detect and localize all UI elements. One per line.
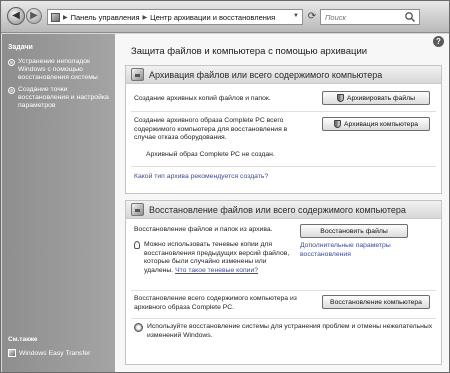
backup-panel: Архивация файлов или всего содержимого к… [125, 65, 442, 194]
control-panel-icon [51, 12, 60, 22]
page-title: Защита файлов и компьютера с помощью арх… [131, 46, 368, 57]
help-icon[interactable]: ? [433, 36, 444, 47]
backup-computer-button[interactable]: Архивация компьютера [322, 117, 430, 131]
shield-icon [333, 120, 341, 128]
system-restore-icon [134, 323, 143, 332]
restore-panel: Восстановление файлов или всего содержим… [125, 200, 442, 365]
restore-panel-header: Восстановление файлов или всего содержим… [126, 201, 441, 219]
restore-files-text: Восстановление файлов и папок из архива. [134, 226, 273, 233]
refresh-icon[interactable]: ⟳ [305, 10, 319, 24]
backup-files-text: Создание архивных копий файлов и папок. [134, 95, 271, 102]
system-restore-note: Используйте восстановление системы для у… [134, 323, 434, 340]
system-protection-icon [8, 87, 15, 94]
system-restore-icon [8, 59, 15, 66]
complete-pc-text: Создание архивного образа Complete PC вс… [134, 117, 288, 141]
shadow-copies-note: Можно использовать теневые копии для вос… [134, 241, 294, 275]
restore-computer-text: Восстановление всего содержимого компьют… [134, 295, 297, 311]
chevron-down-icon[interactable]: ▼ [293, 13, 299, 19]
task-system-restore[interactable]: Устранение неполадок Windows с помощью в… [8, 58, 112, 82]
search-input[interactable] [321, 10, 403, 24]
task-label: Устранение неполадок Windows с помощью в… [18, 58, 98, 81]
shield-icon [336, 94, 344, 102]
task-create-restore-point[interactable]: Создание точки восстановления и настройк… [8, 86, 112, 110]
explorer-window: ◀ ▶ ▶ Панель управления ▶ Центр архиваци… [0, 0, 450, 373]
system-restore-text: Используйте восстановление системы для у… [147, 323, 433, 339]
backup-icon [131, 68, 144, 81]
see-also-heading: См.также [8, 336, 38, 343]
breadcrumb-backup-center[interactable]: Центр архивации и восстановления [150, 13, 275, 22]
recommend-backup-link[interactable]: Какой тип архива рекомендуется создать? [134, 173, 268, 182]
back-button[interactable]: ◀ [7, 7, 25, 25]
shadow-copies-link[interactable]: Что такое теневые копии? [175, 267, 258, 274]
backup-panel-heading: Архивация файлов или всего содержимого к… [149, 69, 383, 80]
forward-button[interactable]: ▶ [26, 8, 42, 24]
chevron-right-icon: ▶ [63, 14, 68, 21]
divider [131, 111, 436, 112]
chevron-right-icon: ▶ [142, 14, 148, 21]
see-also-label: Windows Easy Transfer [19, 349, 91, 357]
address-field[interactable]: ▶ Панель управления ▶ Центр архивации и … [47, 9, 303, 25]
task-pane: Задачи Устранение неполадок Windows с по… [2, 34, 115, 372]
advanced-restore-link[interactable]: Дополнительные параметры восстановления [300, 242, 440, 259]
see-also-easy-transfer[interactable]: Windows Easy Transfer [8, 349, 90, 357]
restore-icon [131, 203, 144, 216]
easy-transfer-icon [8, 349, 16, 357]
complete-pc-status: Архивный образ Complete PC не создан. [146, 151, 275, 158]
divider [131, 318, 436, 319]
search-box[interactable] [320, 9, 420, 25]
lightbulb-icon [134, 241, 140, 249]
address-toolbar: ◀ ▶ ▶ Панель управления ▶ Центр архиваци… [1, 1, 449, 33]
search-icon[interactable] [404, 11, 416, 23]
tasks-heading: Задачи [8, 44, 33, 51]
divider [131, 166, 436, 167]
breadcrumb-control-panel[interactable]: Панель управления [71, 13, 140, 22]
task-label: Создание точки восстановления и настройк… [18, 86, 109, 109]
restore-computer-button[interactable]: Восстановление компьютера [322, 295, 430, 309]
backup-files-button[interactable]: Архивировать файлы [322, 91, 430, 105]
backup-panel-header: Архивация файлов или всего содержимого к… [126, 66, 441, 84]
main-content: ? Защита файлов и компьютера с помощью а… [115, 34, 449, 372]
restore-panel-heading: Восстановление файлов или всего содержим… [149, 204, 406, 215]
restore-files-button[interactable]: Восстановить файлы [300, 224, 408, 238]
divider [131, 290, 436, 291]
